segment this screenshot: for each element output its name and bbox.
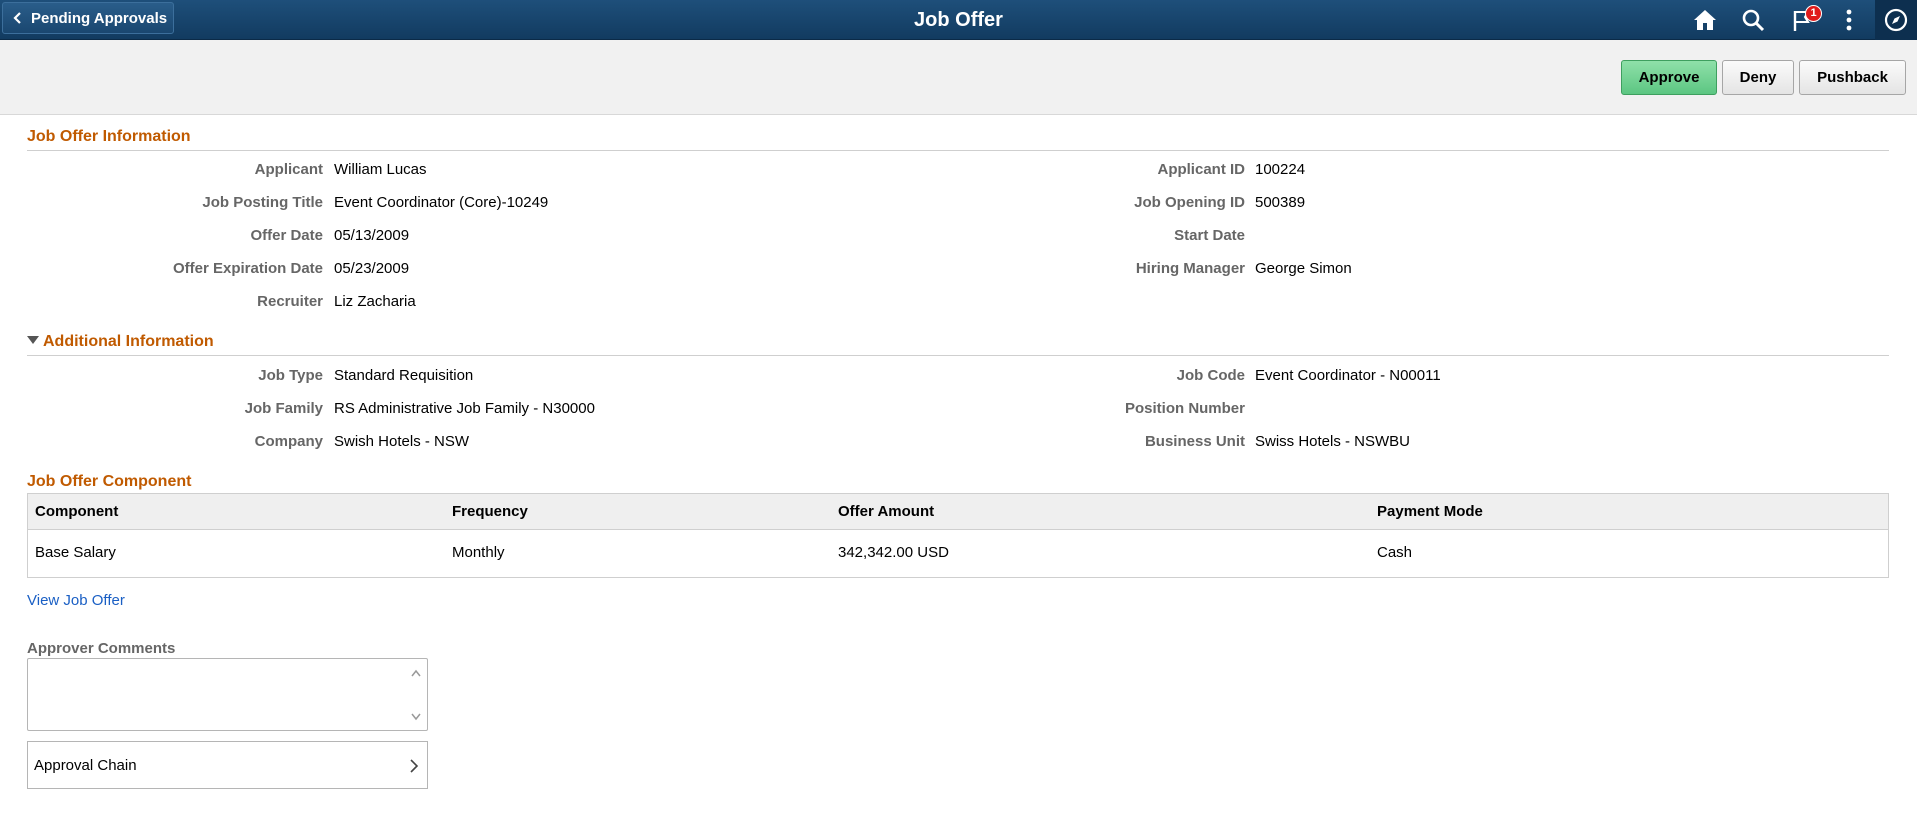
collapse-arrow-icon <box>27 335 39 344</box>
hiring-manager-label: Hiring Manager <box>1135 260 1245 277</box>
applicant-id-value: 100224 <box>1255 161 1306 178</box>
more-options-icon[interactable] <box>1834 6 1864 34</box>
company-value: Swish Hotels - NSW <box>334 433 470 450</box>
app-header: Pending Approvals Job Offer 1 <box>0 0 1917 40</box>
approval-chain-label: Approval Chain <box>34 756 137 774</box>
approve-button[interactable]: Approve <box>1621 60 1717 95</box>
grid-header: Component Frequency Offer Amount Payment… <box>28 494 1888 530</box>
job-opening-id-value: 500389 <box>1255 194 1306 211</box>
home-icon[interactable] <box>1690 6 1720 34</box>
additional-information-label: Additional Information <box>43 333 214 350</box>
back-button-label: Pending Approvals <box>31 9 168 27</box>
job-code-value: Event Coordinator - N00011 <box>1255 367 1441 384</box>
column-header-payment-mode[interactable]: Payment Mode <box>1377 503 1483 520</box>
recruiter-value: Liz Zacharia <box>334 293 416 310</box>
job-type-label: Job Type <box>258 367 323 384</box>
chevron-right-icon <box>410 759 419 773</box>
chevron-left-icon <box>13 12 21 24</box>
approver-comments-label: Approver Comments <box>27 640 176 657</box>
applicant-id-label: Applicant ID <box>1157 161 1245 178</box>
job-opening-id-label: Job Opening ID <box>1134 194 1245 211</box>
compass-icon[interactable] <box>1875 0 1917 40</box>
column-header-frequency[interactable]: Frequency <box>452 503 528 520</box>
offer-date-label: Offer Date <box>250 227 323 244</box>
cell-component: Base Salary <box>35 544 116 561</box>
business-unit-label: Business Unit <box>1144 433 1245 450</box>
pushback-button[interactable]: Pushback <box>1799 60 1906 95</box>
offer-expiration-date-value: 05/23/2009 <box>334 260 410 277</box>
column-header-offer-amount[interactable]: Offer Amount <box>838 503 934 520</box>
page-title: Job Offer <box>914 9 1003 31</box>
search-icon[interactable] <box>1738 6 1768 34</box>
notification-badge: 1 <box>1805 5 1822 22</box>
job-family-value: RS Administrative Job Family - N30000 <box>334 400 595 417</box>
offer-expiration-date-label: Offer Expiration Date <box>172 260 323 277</box>
job-code-label: Job Code <box>1176 367 1245 384</box>
applicant-label: Applicant <box>254 161 323 178</box>
job-posting-title-label: Job Posting Title <box>202 194 323 211</box>
approval-chain-button[interactable]: Approval Chain <box>27 741 428 789</box>
cell-payment-mode: Cash <box>1377 544 1413 561</box>
deny-button[interactable]: Deny <box>1722 60 1794 95</box>
additional-information-title[interactable]: Additional Information <box>27 333 1889 356</box>
job-offer-information-title: Job Offer Information <box>27 128 1889 151</box>
offer-date-value: 05/13/2009 <box>334 227 410 244</box>
company-label: Company <box>254 433 323 450</box>
back-to-pending-approvals-button[interactable]: Pending Approvals <box>2 2 174 34</box>
applicant-value: William Lucas <box>334 161 427 178</box>
job-type-value: Standard Requisition <box>334 367 474 384</box>
view-job-offer-link[interactable]: View Job Offer <box>27 592 125 609</box>
job-posting-title-value: Event Coordinator (Core)-10249 <box>334 194 549 211</box>
job-offer-component-grid: Component Frequency Offer Amount Payment… <box>27 493 1889 578</box>
job-family-label: Job Family <box>244 400 323 417</box>
flag-icon[interactable]: 1 <box>1788 5 1822 34</box>
business-unit-value: Swiss Hotels - NSWBU <box>1255 433 1411 450</box>
scroll-arrows-icon[interactable] <box>410 668 422 722</box>
start-date-label: Start Date <box>1174 227 1245 244</box>
recruiter-label: Recruiter <box>257 293 323 310</box>
action-bar: Approve Deny Pushback <box>0 40 1917 115</box>
column-header-component[interactable]: Component <box>35 503 118 520</box>
cell-frequency: Monthly <box>452 544 505 561</box>
hiring-manager-value: George Simon <box>1255 260 1352 277</box>
job-offer-component-title: Job Offer Component <box>27 473 192 490</box>
position-number-label: Position Number <box>1124 400 1245 417</box>
approver-comments-input[interactable] <box>27 658 428 731</box>
cell-offer-amount: 342,342.00 USD <box>838 544 949 561</box>
